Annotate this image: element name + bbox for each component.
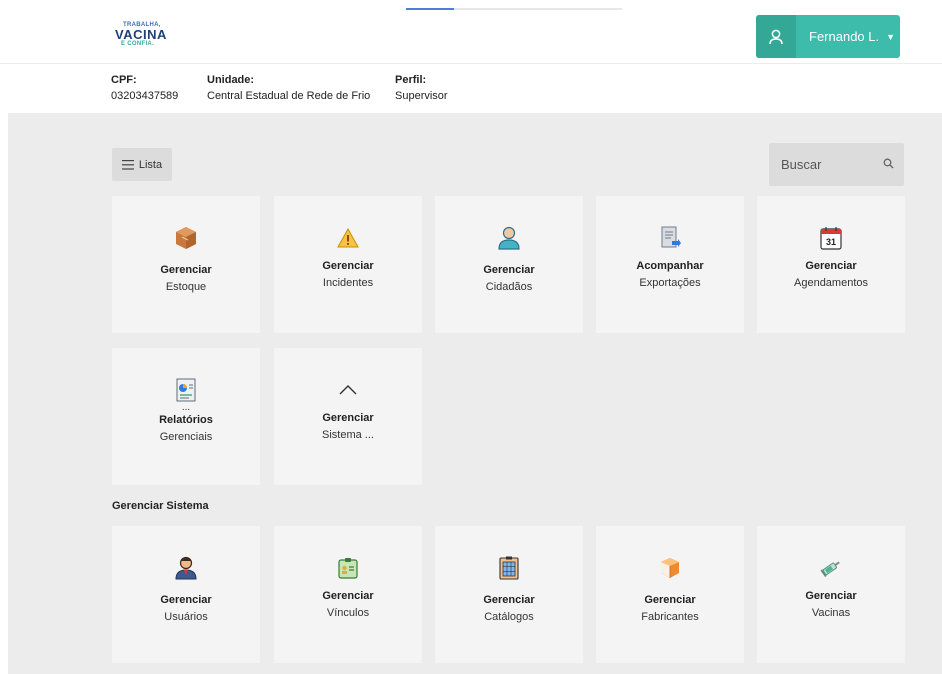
card-subtitle: Agendamentos (794, 277, 868, 289)
menu-icon (121, 159, 134, 170)
search-box[interactable] (769, 143, 904, 186)
card-subtitle: Exportações (639, 277, 701, 289)
unidade-label: Unidade: (207, 74, 255, 86)
export-document-icon (658, 226, 682, 250)
person-icon (497, 226, 521, 250)
box-icon (174, 226, 198, 250)
top-bar: TRABALHA, VACINA E CONFIA. Fernando L. ▼ (0, 0, 942, 64)
caret-down-icon: ▼ (886, 31, 896, 42)
section-title-gerenciar-sistema: Gerenciar Sistema (112, 500, 209, 512)
page: TRABALHA, VACINA E CONFIA. Fernando L. ▼… (0, 0, 942, 674)
card-subtitle: Usuários (164, 611, 208, 623)
list-view-label: Lista (138, 158, 163, 171)
calendar-day: 31 (826, 237, 836, 247)
report-chart-icon (174, 378, 198, 402)
cpf-value: 03203437589 (111, 90, 179, 102)
card-ellipsis: ... (181, 402, 191, 413)
user-info-strip: CPF: 03203437589 Unidade: Central Estadu… (0, 65, 942, 113)
card-title: Relatórios (159, 414, 213, 426)
card-subtitle: Catálogos (484, 611, 534, 623)
card-gerenciar-catalogos[interactable]: Gerenciar Catálogos (435, 526, 583, 663)
cpf-field: CPF: 03203437589 (111, 74, 178, 102)
card-title: Gerenciar (483, 594, 535, 606)
warning-icon (336, 226, 360, 250)
card-gerenciar-sistema[interactable]: Gerenciar Sistema ... (274, 348, 422, 485)
card-subtitle: Vacinas (811, 607, 851, 619)
card-gerenciar-incidentes[interactable]: Gerenciar Incidentes (274, 196, 422, 333)
card-title: Gerenciar (160, 594, 212, 606)
card-title: Gerenciar (322, 412, 374, 424)
logo-line-3: E CONFIA. (121, 41, 155, 47)
catalog-icon (497, 556, 521, 580)
card-subtitle: Vínculos (326, 607, 370, 619)
card-subtitle: Sistema ... (322, 429, 374, 441)
perfil-label: Perfil: (395, 74, 427, 86)
card-title: Gerenciar (322, 590, 374, 602)
user-name: Fernando L. (809, 29, 880, 44)
search-input[interactable] (769, 143, 869, 186)
card-subtitle: Estoque (165, 281, 207, 293)
card-title: Gerenciar (160, 264, 212, 276)
card-subtitle: Gerenciais (159, 431, 213, 443)
list-view-button[interactable]: Lista (112, 148, 172, 181)
factory-box-icon (658, 556, 682, 580)
card-title: Gerenciar (644, 594, 696, 606)
app-logo[interactable]: TRABALHA, VACINA E CONFIA. (115, 22, 171, 52)
unidade-value: Central Estadual de Rede de Frio (207, 90, 371, 102)
card-subtitle: Cidadãos (485, 281, 533, 293)
card-gerenciar-estoque[interactable]: Gerenciar Estoque (112, 196, 260, 333)
calendar-icon: 31 (819, 226, 843, 250)
card-title: Acompanhar (636, 260, 704, 272)
logo-line-2: VACINA (115, 27, 167, 42)
id-card-icon (336, 556, 360, 580)
card-title: Gerenciar (805, 590, 857, 602)
main-content: Lista Gerenciar Estoque (8, 113, 942, 674)
card-gerenciar-vacinas[interactable]: Gerenciar Vacinas (757, 526, 905, 663)
card-gerenciar-usuarios[interactable]: Gerenciar Usuários (112, 526, 260, 663)
card-title: Gerenciar (805, 260, 857, 272)
card-gerenciar-fabricantes[interactable]: Gerenciar Fabricantes (596, 526, 744, 663)
cpf-label: CPF: (111, 74, 137, 86)
loading-progress-fill (406, 8, 454, 10)
card-gerenciar-agendamentos[interactable]: 31 Gerenciar Agendamentos (757, 196, 905, 333)
syringe-icon (819, 556, 843, 580)
card-acompanhar-exportacoes[interactable]: Acompanhar Exportações (596, 196, 744, 333)
user-menu-button[interactable]: Fernando L. ▼ (756, 15, 900, 58)
card-gerenciar-vinculos[interactable]: Gerenciar Vínculos (274, 526, 422, 663)
perfil-value: Supervisor (395, 90, 448, 102)
card-gerenciar-cidadaos[interactable]: Gerenciar Cidadãos (435, 196, 583, 333)
card-title: Gerenciar (483, 264, 535, 276)
unidade-field: Unidade: Central Estadual de Rede de Fri… (207, 74, 370, 102)
user-badge-icon (174, 556, 198, 580)
card-title: Gerenciar (322, 260, 374, 272)
search-icon[interactable] (883, 158, 894, 169)
card-relatorios-gerenciais[interactable]: ... Relatórios Gerenciais (112, 348, 260, 485)
loading-progress-bar (406, 8, 622, 10)
card-subtitle: Incidentes (322, 277, 374, 289)
chevron-up-icon (336, 378, 360, 402)
card-subtitle: Fabricantes (641, 611, 699, 623)
perfil-field: Perfil: Supervisor (395, 74, 448, 102)
user-icon (756, 15, 796, 58)
